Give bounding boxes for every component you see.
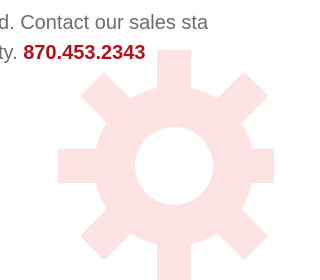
contact-line-1: d. Contact our sales sta: [0, 12, 209, 34]
content-panel: d. Contact our sales sta ty. 870.453.234…: [0, 0, 274, 280]
contact-text: d. Contact our sales sta ty. 870.453.234…: [0, 0, 274, 90]
contact-line-2: ty. 870.453.2343: [0, 38, 146, 68]
phone-number: 870.453.2343: [23, 42, 146, 64]
contact-line-2-prefix: ty.: [0, 42, 24, 64]
